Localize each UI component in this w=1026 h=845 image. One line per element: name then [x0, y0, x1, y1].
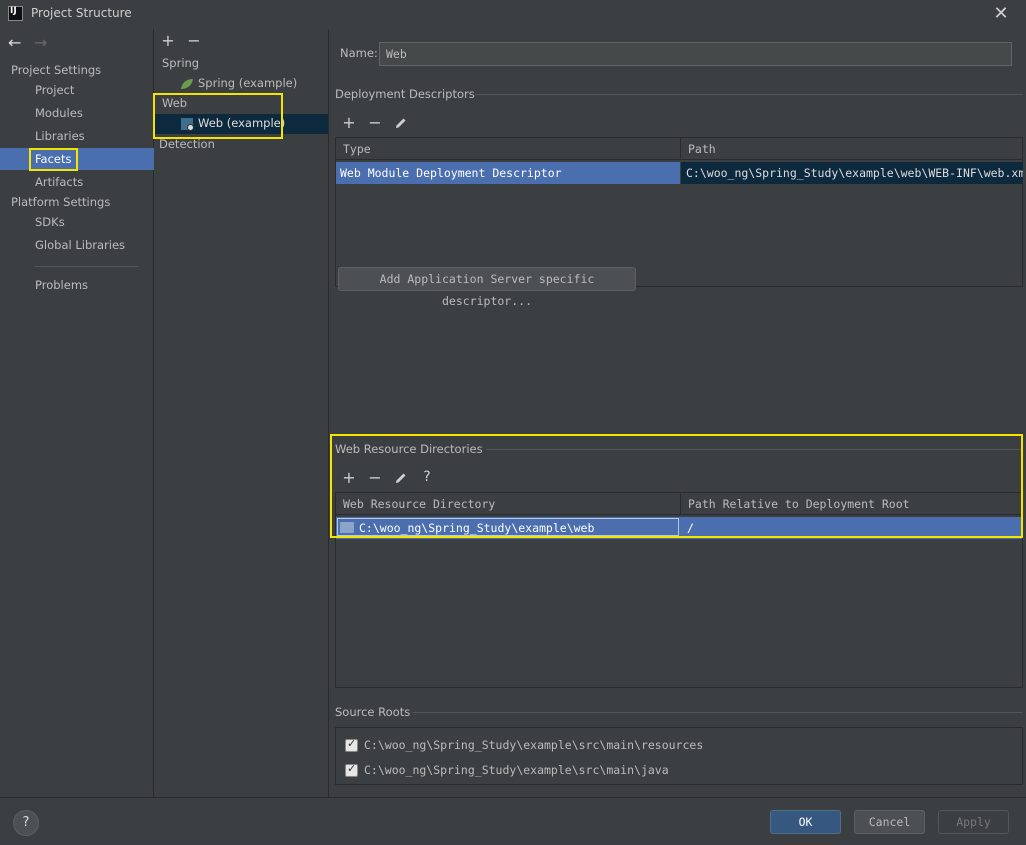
- tree-group-spring[interactable]: Spring: [162, 56, 199, 70]
- add-descriptor-icon[interactable]: +: [340, 113, 358, 132]
- sidebar-item-project[interactable]: Project: [0, 79, 154, 101]
- sidebar-item-global-libraries[interactable]: Global Libraries: [0, 234, 154, 256]
- source-roots-section-divider: [413, 712, 1023, 713]
- source-root-checkbox-resources[interactable]: [345, 737, 358, 752]
- add-server-descriptor-button[interactable]: Add Application Server specific descript…: [338, 267, 636, 308]
- web-facet-highlight-box: [153, 93, 283, 139]
- source-roots-list: C:\woo_ng\Spring_Study\example\src\main\…: [335, 727, 1023, 785]
- intellij-app-icon: IJ: [8, 6, 23, 21]
- close-icon[interactable]: ✕: [990, 3, 1012, 25]
- sidebar-item-sdks[interactable]: SDKs: [0, 211, 154, 233]
- app-icon-text: IJ: [10, 6, 17, 16]
- source-root-checkbox-java[interactable]: [345, 762, 358, 777]
- sidebar-divider: [35, 266, 139, 267]
- title-bar: IJ Project Structure ✕: [0, 0, 1026, 28]
- sidebar-item-libraries[interactable]: Libraries: [0, 125, 154, 147]
- help-button[interactable]: ?: [13, 810, 39, 836]
- sidebar-item-modules[interactable]: Modules: [0, 102, 154, 124]
- facets-tree-panel: + − Spring Spring (example) Web Web (exa…: [153, 29, 329, 797]
- name-input[interactable]: Web: [379, 42, 1012, 66]
- project-settings-heading: Project Settings: [11, 63, 102, 77]
- cancel-button[interactable]: Cancel: [854, 810, 925, 834]
- window-title: Project Structure: [31, 6, 132, 20]
- settings-sidebar: ← → Project Settings Project Modules Lib…: [0, 29, 154, 797]
- back-arrow-icon[interactable]: ←: [8, 33, 21, 52]
- remove-facet-icon[interactable]: −: [185, 31, 203, 50]
- platform-settings-heading: Platform Settings: [11, 195, 111, 209]
- spring-leaf-icon: [180, 78, 194, 93]
- column-header-type[interactable]: Type: [336, 138, 680, 160]
- facets-highlight-box: [29, 148, 78, 171]
- column-header-path[interactable]: Path: [680, 138, 1022, 160]
- name-label: Name:: [340, 46, 378, 60]
- facet-detail-panel: Name: Web Deployment Descriptors + − Typ…: [330, 29, 1026, 797]
- deployment-descriptors-title: Deployment Descriptors: [335, 87, 475, 101]
- ok-button[interactable]: OK: [770, 810, 841, 834]
- descriptor-type-cell[interactable]: Web Module Deployment Descriptor: [336, 162, 680, 184]
- descriptor-path-cell[interactable]: C:\woo_ng\Spring_Study\example\web\WEB-I…: [681, 162, 1023, 184]
- tree-item-detection[interactable]: Detection: [159, 137, 215, 151]
- deployment-section-divider: [475, 94, 1023, 95]
- deployment-descriptors-table: Type Path Web Module Deployment Descript…: [335, 137, 1023, 287]
- dialog-button-bar: ? OK Cancel Apply: [0, 797, 1026, 845]
- remove-descriptor-icon[interactable]: −: [366, 113, 384, 132]
- source-root-java-path[interactable]: C:\woo_ng\Spring_Study\example\src\main\…: [360, 759, 960, 781]
- sidebar-item-problems[interactable]: Problems: [0, 274, 154, 296]
- tree-item-spring-example[interactable]: Spring (example): [198, 76, 297, 90]
- sidebar-item-artifacts[interactable]: Artifacts: [0, 171, 154, 193]
- source-roots-title: Source Roots: [335, 705, 411, 719]
- forward-arrow-icon[interactable]: →: [34, 33, 47, 52]
- add-facet-icon[interactable]: +: [159, 31, 177, 50]
- web-resources-highlight-box: [330, 434, 1023, 538]
- apply-button[interactable]: Apply: [938, 810, 1009, 834]
- edit-descriptor-icon[interactable]: [394, 116, 408, 133]
- source-root-resources-path[interactable]: C:\woo_ng\Spring_Study\example\src\main\…: [360, 734, 960, 756]
